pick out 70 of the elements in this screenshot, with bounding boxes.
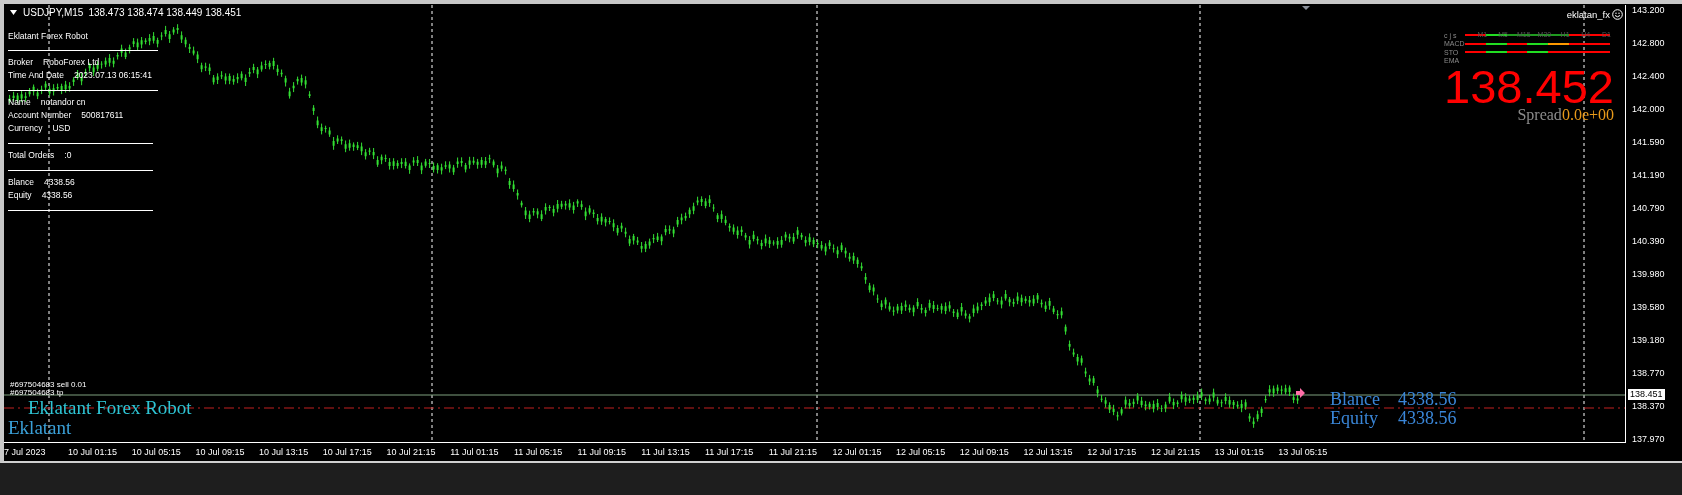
time-label: 12 Jul 17:15 (1087, 447, 1137, 457)
spread-value: 0.0e+00 (1561, 106, 1614, 123)
info-value: USD (52, 123, 71, 133)
time-label: 12 Jul 21:15 (1150, 447, 1200, 457)
time-label: 10 Jul 13:15 (259, 447, 309, 457)
price-label: 141.190 (1632, 170, 1665, 180)
order-label: #697504683 tp (10, 389, 65, 397)
order-label: #697504683 sell 0.01 (10, 381, 87, 389)
info-label: Equity (8, 190, 32, 200)
time-label: 11 Jul 17:15 (705, 447, 754, 457)
price-label: 137.970 (1632, 434, 1665, 444)
time-label: 11 Jul 09:15 (577, 447, 626, 457)
dropdown-icon[interactable] (10, 10, 17, 15)
info-label: Name (8, 97, 31, 107)
price-label: 138.770 (1632, 368, 1665, 378)
price-label: 139.580 (1632, 302, 1665, 312)
price-label: 142.000 (1632, 104, 1665, 114)
current-price-label: 138.451 (1628, 389, 1665, 400)
triangle-icon[interactable] (1302, 6, 1310, 10)
price-label: 138.370 (1632, 401, 1665, 411)
info-label: Currency (8, 123, 43, 133)
summary-label: Equity (1330, 409, 1379, 428)
info-label: Time And Date (8, 70, 64, 80)
symbol-label: USDJPY,M15 (23, 7, 84, 18)
summary-label: Blance (1330, 390, 1380, 409)
price-label: 142.800 (1632, 38, 1665, 48)
price-label: 139.180 (1632, 335, 1665, 345)
time-label: 7 Jul 2023 (4, 447, 46, 457)
time-label: 12 Jul 05:15 (896, 447, 946, 457)
summary-value: 4338.56 (1398, 390, 1457, 409)
time-label: 12 Jul 01:15 (832, 447, 882, 457)
robot-label: Eklatant (8, 418, 73, 438)
price-label: 140.390 (1632, 236, 1665, 246)
time-label: 11 Jul 21:15 (768, 447, 818, 457)
time-label: 13 Jul 05:15 (1278, 447, 1328, 457)
ohlc-values: 138.473 138.474 138.449 138.451 (88, 7, 242, 18)
bid-price: 138.452 (1444, 68, 1614, 106)
info-value: notandor cn (40, 97, 86, 107)
time-label: 10 Jul 21:15 (386, 447, 436, 457)
price-label: 143.200 (1632, 5, 1665, 15)
time-label: 13 Jul 01:15 (1214, 447, 1264, 457)
time-label: 10 Jul 17:15 (322, 447, 372, 457)
info-value: 4338.56 (41, 190, 73, 200)
time-label: 11 Jul 01:15 (450, 447, 499, 457)
info-label: Account Number (8, 110, 72, 120)
info-label: Blance (8, 177, 34, 187)
time-label: 11 Jul 05:15 (513, 447, 563, 457)
info-label: Broker (8, 57, 34, 67)
info-value: :0 (64, 150, 72, 160)
robot-label: Eklatant Forex Robot (28, 398, 192, 418)
summary-value: 4338.56 (1398, 409, 1457, 428)
price-label: 141.590 (1632, 137, 1665, 147)
price-label: 139.980 (1632, 269, 1665, 279)
arrow-icon (1296, 388, 1305, 398)
smiley-icon[interactable] (1612, 9, 1623, 20)
time-label: 10 Jul 09:15 (195, 447, 245, 457)
price-label: 142.400 (1632, 71, 1665, 81)
panel-title: Eklatant Forex Robot (8, 30, 89, 43)
time-label: 12 Jul 13:15 (1023, 447, 1073, 457)
spread-label: Spread (1517, 106, 1562, 124)
account-tag: eklatan_fx (1566, 9, 1610, 20)
info-label: Total Orders (8, 150, 55, 160)
info-value: 500817611 (81, 110, 124, 120)
time-label: 12 Jul 09:15 (959, 447, 1009, 457)
price-label: 140.790 (1632, 203, 1665, 213)
time-label: 10 Jul 05:15 (131, 447, 181, 457)
info-value: RoboForex Ltd (43, 57, 100, 67)
info-value: 4338.56 (44, 177, 75, 187)
time-label: 11 Jul 13:15 (641, 447, 690, 457)
time-label: 10 Jul 01:15 (68, 447, 118, 457)
